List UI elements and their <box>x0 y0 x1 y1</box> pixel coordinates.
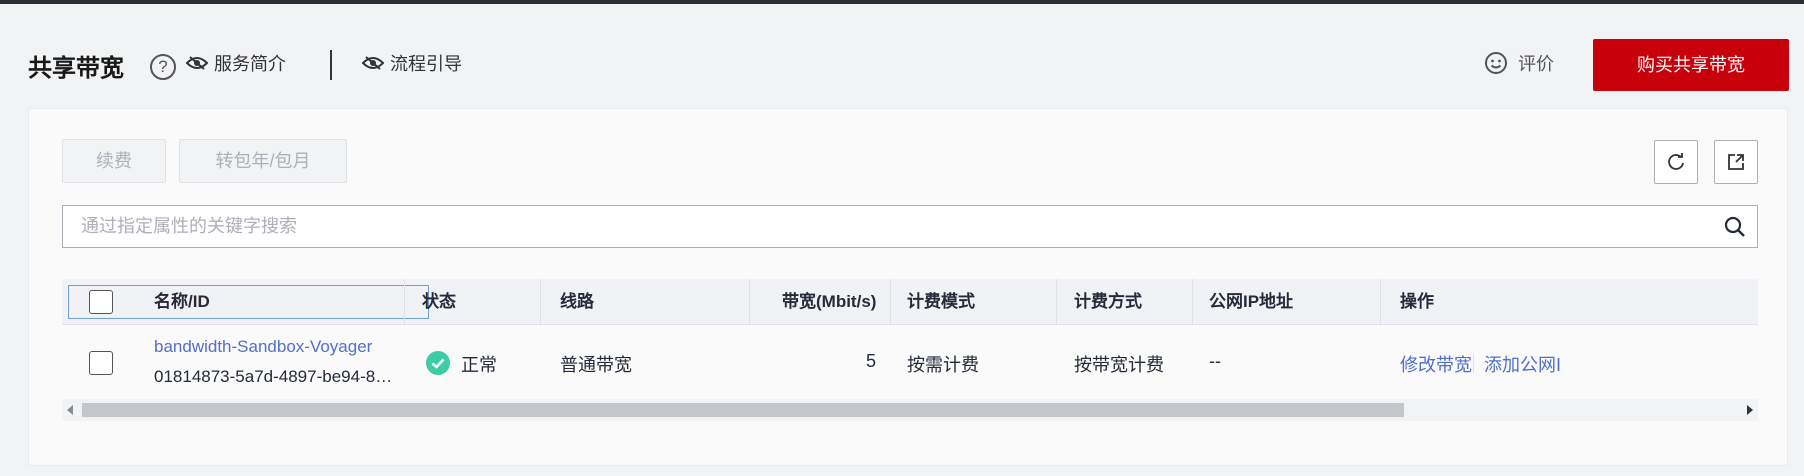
col-name-id[interactable]: 名称/ID <box>154 279 210 325</box>
table-row: bandwidth-Sandbox-Voyager 01814873-5a7d-… <box>62 325 1758 403</box>
bandwidth-value: 5 <box>866 351 877 371</box>
page-header: 共享带宽 ? 服务简介 流程引导 评价 购买共享带宽 <box>0 4 1804 108</box>
column-divider <box>1056 279 1057 325</box>
column-divider <box>404 279 405 325</box>
scroll-left-arrow-icon[interactable] <box>67 405 73 415</box>
scroll-right-arrow-icon[interactable] <box>1747 405 1753 415</box>
name-header-focus <box>68 285 429 319</box>
bandwidth-name-link[interactable]: bandwidth-Sandbox-Voyager <box>154 337 372 357</box>
col-status[interactable]: 状态 <box>422 279 456 325</box>
column-divider <box>1192 279 1193 325</box>
process-guide-label: 流程引导 <box>390 54 462 74</box>
service-intro-label: 服务简介 <box>214 54 286 74</box>
table-header: 名称/ID 状态 线路 带宽(Mbit/s) 计费模式 计费方式 公网IP地址 … <box>62 279 1758 325</box>
status-ok-icon <box>426 351 450 375</box>
col-public-ip[interactable]: 公网IP地址 <box>1209 279 1293 325</box>
rate-label: 评价 <box>1518 54 1554 74</box>
column-divider <box>1380 279 1381 325</box>
scrollbar-thumb[interactable] <box>82 403 1404 417</box>
line-value: 普通带宽 <box>560 355 632 375</box>
eye-off-icon <box>186 56 208 70</box>
col-billing-method[interactable]: 计费方式 <box>1074 279 1142 325</box>
main-panel: 续费 转包年/包月 名称/ID 状态 线路 带宽(Mbit/s) <box>28 108 1788 466</box>
col-line[interactable]: 线路 <box>560 279 594 325</box>
refresh-icon <box>1668 153 1684 170</box>
column-divider <box>540 279 541 325</box>
bandwidth-id: 01814873-5a7d-4897-be94-8… <box>154 367 393 386</box>
export-button[interactable] <box>1714 140 1758 184</box>
search-box <box>62 205 1758 248</box>
search-input[interactable] <box>63 206 1703 247</box>
convert-yearly-monthly-button[interactable]: 转包年/包月 <box>179 139 347 183</box>
add-public-ip-link[interactable]: 添加公网I <box>1484 351 1561 377</box>
select-all-checkbox[interactable] <box>89 290 113 314</box>
service-intro-link[interactable]: 服务简介 <box>186 50 286 76</box>
header-divider <box>330 50 332 80</box>
row-checkbox[interactable] <box>89 351 113 375</box>
smile-icon <box>1485 52 1507 74</box>
rate-link[interactable]: 评价 <box>1484 50 1554 76</box>
buy-shared-bandwidth-button[interactable]: 购买共享带宽 <box>1593 39 1789 91</box>
public-ip-value: -- <box>1209 351 1221 371</box>
col-billing-mode[interactable]: 计费模式 <box>907 279 975 325</box>
status-text: 正常 <box>461 355 497 375</box>
export-icon <box>1728 154 1744 170</box>
operation-divider <box>1473 353 1474 373</box>
eye-off-icon <box>362 56 384 70</box>
col-operation: 操作 <box>1400 292 1434 311</box>
col-bandwidth[interactable]: 带宽(Mbit/s) <box>782 279 876 325</box>
help-icon[interactable]: ? <box>150 54 176 80</box>
billing-mode-value: 按需计费 <box>907 355 979 375</box>
horizontal-scrollbar[interactable] <box>62 399 1758 421</box>
renew-button[interactable]: 续费 <box>62 139 166 183</box>
search-icon[interactable] <box>1723 215 1747 239</box>
column-divider <box>890 279 891 325</box>
billing-method-value: 按带宽计费 <box>1074 355 1164 375</box>
column-divider <box>749 279 750 325</box>
modify-bandwidth-link[interactable]: 修改带宽 <box>1400 351 1472 377</box>
refresh-button[interactable] <box>1654 140 1698 184</box>
page-title: 共享带宽 <box>28 55 124 82</box>
process-guide-link[interactable]: 流程引导 <box>362 50 462 76</box>
